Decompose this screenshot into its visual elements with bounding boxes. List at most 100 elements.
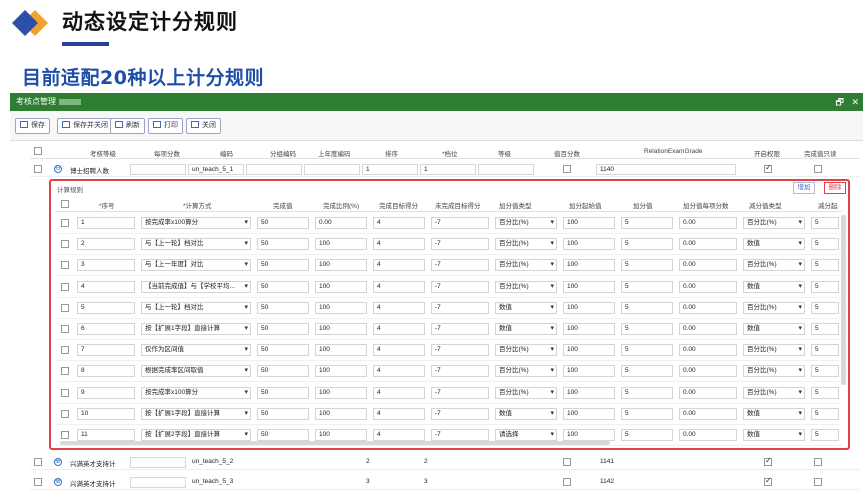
level-field[interactable]: 2 [424, 458, 428, 465]
row-checkbox[interactable] [34, 165, 42, 173]
rule-done-field[interactable]: 50 [257, 429, 309, 441]
table-row[interactable]: ⊖ 博士招聘人数 un_teach_5_1 1 1 1140 [30, 161, 860, 177]
permission-checkbox[interactable] [764, 163, 772, 173]
rule-add-each-field[interactable]: 0.00 [679, 238, 737, 251]
rule-add-start-field[interactable]: 100 [563, 217, 615, 229]
rule-ratio-field[interactable]: 100 [315, 238, 367, 251]
rule-method-select[interactable]: 与【上一轮】档对比 [141, 238, 251, 251]
rule-add-start-field[interactable]: 100 [563, 280, 615, 293]
rule-ratio-field[interactable]: 100 [315, 323, 367, 335]
rule-no-field[interactable]: 3 [77, 259, 135, 272]
rule-add-each-field[interactable]: 0.00 [679, 344, 737, 357]
rule-ratio-field[interactable]: 100 [315, 259, 367, 272]
rule-row[interactable]: 10 按【扩展1字段】直接计算 50 100 4 -7 数值 100 5 0.00 数值 5 [55, 404, 841, 425]
rule-done-field[interactable]: 50 [257, 301, 309, 314]
rule-add-value-field[interactable]: 5 [621, 344, 673, 357]
rule-ratio-field[interactable]: 100 [315, 280, 367, 293]
rule-done-field[interactable]: 50 [257, 280, 309, 293]
rule-add-type-select[interactable]: 数值 [495, 323, 557, 335]
rule-add-type-select[interactable]: 百分比(%) [495, 259, 557, 272]
rule-add-type-select[interactable]: 百分比(%) [495, 280, 557, 293]
rule-row-checkbox[interactable] [61, 346, 69, 355]
rule-sub-start-field[interactable]: 5 [811, 429, 839, 441]
rule-method-select[interactable]: 按【扩展1字段】直接计算 [141, 323, 251, 335]
rule-sub-type-select[interactable]: 百分比(%) [743, 365, 805, 378]
rule-no-field[interactable]: 6 [77, 323, 135, 335]
rule-ratio-field[interactable]: 100 [315, 301, 367, 314]
rule-no-field[interactable]: 8 [77, 365, 135, 378]
rule-sub-type-select[interactable]: 数值 [743, 407, 805, 420]
rule-add-start-field[interactable]: 100 [563, 344, 615, 357]
rule-method-select[interactable]: 按完成率x100算分 [141, 386, 251, 399]
rule-sub-type-select[interactable]: 百分比(%) [743, 301, 805, 314]
rule-add-type-select[interactable]: 请选择 [495, 429, 557, 441]
percent-checkbox[interactable] [563, 478, 571, 486]
rule-ratio-field[interactable]: 100 [315, 386, 367, 399]
rule-add-type-select[interactable]: 百分比(%) [495, 365, 557, 378]
sort-field[interactable]: 1 [362, 164, 418, 175]
rule-add-each-field[interactable]: 0.00 [679, 365, 737, 378]
rule-add-value-field[interactable]: 5 [621, 301, 673, 314]
rule-sub-start-field[interactable]: 5 [811, 280, 839, 293]
rule-miss-field[interactable]: -7 [431, 301, 489, 314]
rule-add-type-select[interactable]: 百分比(%) [495, 386, 557, 399]
permission-checkbox[interactable] [764, 476, 772, 486]
code-field[interactable]: un_teach_5_2 [192, 458, 233, 465]
rule-miss-field[interactable]: -7 [431, 259, 489, 272]
rule-no-field[interactable]: 10 [77, 407, 135, 420]
grade-field[interactable] [478, 164, 534, 175]
percent-checkbox[interactable] [563, 458, 571, 466]
rule-miss-field[interactable]: -7 [431, 238, 489, 251]
rule-done-field[interactable]: 50 [257, 407, 309, 420]
rule-method-select[interactable]: 按完成率x100算分 [141, 217, 251, 229]
rule-add-each-field[interactable]: 0.00 [679, 217, 737, 229]
rule-row[interactable]: 5 与【上一轮】档对比 50 100 4 -7 数值 100 5 0.00 百分比(%) 5 [55, 298, 841, 319]
rule-method-select[interactable]: 按【扩展1字段】直接计算 [141, 407, 251, 420]
rule-row-checkbox[interactable] [61, 282, 69, 291]
rule-miss-field[interactable]: -7 [431, 365, 489, 378]
rule-add-type-select[interactable]: 百分比(%) [495, 344, 557, 357]
rule-row[interactable]: 7 仅作为区间值 50 100 4 -7 百分比(%) 100 5 0.00 百分比(%) 5 [55, 340, 841, 362]
rule-ratio-field[interactable]: 0.00 [315, 217, 367, 229]
group-code-field[interactable] [246, 164, 302, 175]
rule-done-field[interactable]: 50 [257, 386, 309, 399]
level-field[interactable]: 1 [420, 164, 476, 175]
rule-row-checkbox[interactable] [61, 367, 69, 376]
rule-done-field[interactable]: 50 [257, 217, 309, 229]
rule-method-select[interactable]: 根据完成率区间取值 [141, 365, 251, 378]
rule-target-field[interactable]: 4 [373, 217, 425, 229]
rule-sub-start-field[interactable]: 5 [811, 238, 839, 251]
rule-add-each-field[interactable]: 0.00 [679, 259, 737, 272]
rule-sub-start-field[interactable]: 5 [811, 217, 839, 229]
expand-icon[interactable]: ⊕ [54, 478, 62, 486]
rule-miss-field[interactable]: -7 [431, 429, 489, 441]
table-row[interactable]: ⊕ 兴满英才支持计 un_teach_5_2 2 2 1141 [30, 454, 860, 470]
rule-add-type-select[interactable]: 数值 [495, 301, 557, 314]
rule-add-type-select[interactable]: 数值 [495, 407, 557, 420]
rule-method-select[interactable]: 【当前完成值】与【学校平均... [141, 280, 251, 293]
rule-add-each-field[interactable]: 0.00 [679, 407, 737, 420]
rule-sub-start-field[interactable]: 5 [811, 259, 839, 272]
rule-select-all-checkbox[interactable] [61, 200, 69, 208]
rule-target-field[interactable]: 4 [373, 386, 425, 399]
add-rule-button[interactable]: 增加 [793, 182, 815, 194]
rule-sub-type-select[interactable]: 数值 [743, 429, 805, 441]
rule-row[interactable]: 8 根据完成率区间取值 50 100 4 -7 百分比(%) 100 5 0.00 百分比(%) 5 [55, 361, 841, 383]
select-all-checkbox[interactable] [34, 147, 42, 155]
rule-vertical-scrollbar[interactable] [841, 215, 846, 385]
expand-icon[interactable]: ⊕ [54, 458, 62, 466]
rule-ratio-field[interactable]: 100 [315, 344, 367, 357]
rule-method-select[interactable]: 与【上一年度】对比 [141, 259, 251, 272]
code-field[interactable]: un_teach_5_1 [188, 164, 244, 175]
rule-row-checkbox[interactable] [61, 325, 69, 333]
rule-no-field[interactable]: 7 [77, 344, 135, 357]
rule-row[interactable]: 4 【当前完成值】与【学校平均... 50 100 4 -7 百分比(%) 100 5 0.00 数… [55, 277, 841, 298]
rule-target-field[interactable]: 4 [373, 259, 425, 272]
row-checkbox[interactable] [34, 458, 42, 466]
rule-row-checkbox[interactable] [61, 261, 69, 270]
rule-target-field[interactable]: 4 [373, 365, 425, 378]
rule-method-select[interactable]: 仅作为区间值 [141, 344, 251, 357]
rule-done-field[interactable]: 50 [257, 344, 309, 357]
rule-add-value-field[interactable]: 5 [621, 407, 673, 420]
rule-add-each-field[interactable]: 0.00 [679, 323, 737, 335]
